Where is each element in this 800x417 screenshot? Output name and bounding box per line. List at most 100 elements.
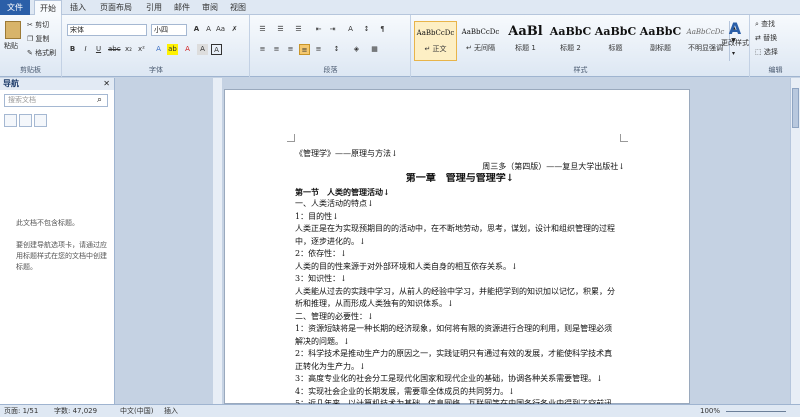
bold-icon[interactable]: B bbox=[67, 44, 78, 55]
binoculars-icon: ⌕ bbox=[755, 20, 759, 28]
superscript-icon[interactable]: x² bbox=[136, 44, 147, 55]
doc-line: 3：知识性：↓ bbox=[295, 274, 347, 283]
multilevel-list-icon[interactable]: ☰ bbox=[293, 24, 304, 35]
strikethrough-icon[interactable]: abc bbox=[108, 44, 121, 55]
style-name: 副标题 bbox=[650, 44, 671, 52]
clipboard-group: 粘贴 ✂ 剪切 ❐ 复制 ✎ 格式刷 剪贴板 bbox=[0, 15, 62, 77]
doc-line: 3：高度专业化的社会分工是现代化国家和现代企业的基础，协调各种关系需要管理。↓ bbox=[295, 374, 603, 383]
underline-icon[interactable]: U bbox=[93, 44, 104, 55]
scissors-icon: ✂ bbox=[27, 21, 33, 29]
page-count[interactable]: 页面: 1/51 bbox=[4, 405, 38, 417]
language-indicator[interactable]: 中文(中国) bbox=[120, 405, 153, 417]
grow-font-icon[interactable]: A bbox=[191, 24, 202, 35]
scroll-thumb[interactable] bbox=[792, 88, 799, 128]
doc-line: 人类的目的性来源于对外部环境和人类自身的相互依存关系。↓ bbox=[295, 261, 518, 271]
style-subtitle[interactable]: AaBbC 副标题 bbox=[639, 21, 682, 61]
style-preview: AaBl bbox=[508, 24, 543, 39]
tab-review[interactable]: 审阅 bbox=[198, 0, 222, 15]
tab-references[interactable]: 引用 bbox=[142, 0, 166, 15]
clipboard-icon bbox=[5, 21, 21, 39]
decrease-indent-icon[interactable]: ⇤ bbox=[313, 24, 324, 35]
paste-label: 粘贴 bbox=[4, 42, 18, 50]
replace-button[interactable]: ⇄ 替换 bbox=[755, 33, 777, 43]
clear-formatting-icon[interactable]: ✗ bbox=[229, 24, 240, 35]
copy-label: 复制 bbox=[35, 35, 50, 43]
style-name: 标题 2 bbox=[560, 44, 581, 52]
sort-icon[interactable]: ↕ bbox=[361, 24, 372, 35]
doc-line: 人类能从过去的实践中学习，从前人的经验中学习，并能把学到的知识加以记忆，积累，分 bbox=[295, 286, 615, 296]
select-button[interactable]: ⬚ 选择 bbox=[755, 47, 778, 57]
document-page[interactable]: 《管理学》——原理与方法↓ 周三多（第四版）——复旦大学出版社↓ 第一章 管理与… bbox=[224, 89, 690, 408]
style-no-spacing[interactable]: AaBbCcDc ↵ 无间隔 bbox=[459, 21, 502, 61]
ribbon-tab-bar: 文件 开始 插入 页面布局 引用 邮件 审阅 视图 bbox=[0, 0, 800, 15]
text-effects-icon[interactable]: A bbox=[153, 44, 164, 55]
margin-mark bbox=[620, 134, 628, 142]
browse-headings-tab[interactable] bbox=[4, 114, 17, 127]
tab-mailings[interactable]: 邮件 bbox=[170, 0, 194, 15]
insert-mode[interactable]: 插入 bbox=[164, 405, 178, 417]
show-marks-icon[interactable]: ¶ bbox=[377, 24, 388, 35]
select-icon: ⬚ bbox=[755, 48, 762, 56]
styles-group: AaBbCcDc ↵ 正文 AaBbCcDc ↵ 无间隔 AaBl 标题 1 AaBb… bbox=[412, 15, 750, 77]
align-left-icon[interactable]: ≡ bbox=[257, 44, 268, 55]
change-case-icon[interactable]: Aa bbox=[215, 24, 226, 35]
doc-line: 解决的问题。↓ bbox=[295, 336, 350, 346]
borders-icon[interactable]: ▦ bbox=[369, 44, 380, 55]
section-heading: 第一节 人类的管理活动↓ bbox=[295, 186, 390, 197]
paste-button[interactable]: 粘贴 bbox=[3, 18, 23, 58]
cut-label: 剪切 bbox=[35, 21, 50, 29]
doc-line: 2：依存性：↓ bbox=[295, 249, 347, 258]
line-spacing-icon[interactable]: ↕ bbox=[331, 44, 342, 55]
browse-results-tab[interactable] bbox=[34, 114, 47, 127]
shading-icon[interactable]: ◈ bbox=[351, 44, 362, 55]
font-color-icon[interactable]: A bbox=[182, 44, 193, 55]
italic-icon[interactable]: I bbox=[80, 44, 91, 55]
search-icon[interactable]: ⌕ bbox=[97, 95, 102, 105]
character-shading-icon[interactable]: A bbox=[197, 44, 208, 55]
increase-indent-icon[interactable]: ⇥ bbox=[327, 24, 338, 35]
vertical-scrollbar[interactable] bbox=[790, 78, 800, 404]
chinese-layout-icon[interactable]: A bbox=[345, 24, 356, 35]
highlight-icon[interactable]: ab bbox=[167, 44, 178, 55]
format-painter-button[interactable]: ✎ 格式刷 bbox=[27, 48, 56, 58]
styles-group-label: 样式 bbox=[573, 66, 588, 74]
tab-home[interactable]: 开始 bbox=[34, 0, 62, 15]
paragraph-group-label: 段落 bbox=[323, 66, 338, 74]
close-icon[interactable]: ✕ bbox=[103, 79, 110, 88]
character-border-icon[interactable]: A bbox=[211, 44, 222, 55]
browse-pages-tab[interactable] bbox=[19, 114, 32, 127]
shrink-font-icon[interactable]: A bbox=[203, 24, 214, 35]
subscript-icon[interactable]: x₂ bbox=[123, 44, 134, 55]
font-size-combo[interactable]: 小四 bbox=[151, 24, 187, 36]
bullets-icon[interactable]: ☰ bbox=[257, 24, 268, 35]
change-styles-button[interactable]: A 更改样式 bbox=[720, 18, 750, 62]
tab-file[interactable]: 文件 bbox=[0, 0, 30, 15]
zoom-level[interactable]: 100% bbox=[700, 405, 720, 417]
copy-button[interactable]: ❐ 复制 bbox=[27, 34, 50, 44]
zoom-slider[interactable] bbox=[726, 411, 786, 412]
align-center-icon[interactable]: ≡ bbox=[271, 44, 282, 55]
find-button[interactable]: ⌕ 查找 bbox=[755, 19, 775, 29]
find-label: 查找 bbox=[761, 20, 776, 28]
distributed-icon[interactable]: ≡ bbox=[313, 44, 324, 55]
style-title[interactable]: AaBbC 标题 bbox=[594, 21, 637, 61]
style-heading-2[interactable]: AaBbC 标题 2 bbox=[549, 21, 592, 61]
tab-insert[interactable]: 插入 bbox=[66, 0, 90, 15]
font-name-combo[interactable]: 宋体 bbox=[67, 24, 147, 36]
doc-line: 人类正是在为实现预期目的的活动中，在不断地劳动，思考，谋划，设计和组织管理的过程 bbox=[295, 224, 615, 233]
format-painter-label: 格式刷 bbox=[35, 49, 57, 57]
copy-icon: ❐ bbox=[27, 35, 34, 43]
tab-page-layout[interactable]: 页面布局 bbox=[94, 0, 138, 15]
nav-search-input[interactable]: 搜索文档 bbox=[4, 94, 108, 107]
cut-button[interactable]: ✂ 剪切 bbox=[27, 20, 49, 30]
align-right-icon[interactable]: ≡ bbox=[285, 44, 296, 55]
document-body[interactable]: 《管理学》——原理与方法↓ 周三多（第四版）——复旦大学出版社↓ 第一章 管理与… bbox=[295, 148, 625, 411]
style-heading-1[interactable]: AaBl 标题 1 bbox=[504, 21, 547, 61]
numbering-icon[interactable]: ☰ bbox=[275, 24, 286, 35]
style-preview: AaBbC bbox=[639, 25, 682, 38]
tab-view[interactable]: 视图 bbox=[226, 0, 250, 15]
replace-icon: ⇄ bbox=[755, 34, 761, 42]
word-count[interactable]: 字数: 47,029 bbox=[54, 405, 97, 417]
style-normal[interactable]: AaBbCcDc ↵ 正文 bbox=[414, 21, 457, 61]
justify-icon[interactable]: ≡ bbox=[299, 44, 310, 55]
